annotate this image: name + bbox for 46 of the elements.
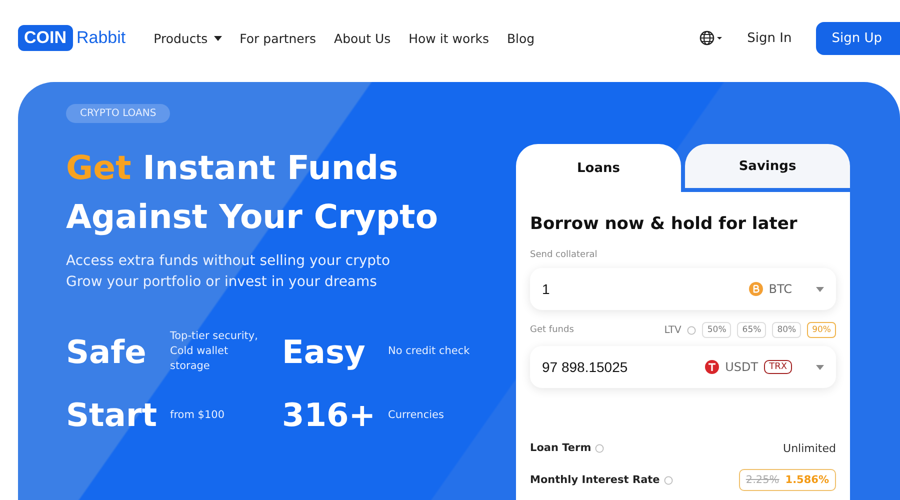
new-rate: 1.586% bbox=[785, 474, 829, 486]
hero-subtitle: Access extra funds without selling your crypto Grow your portfolio or invest in your dreams bbox=[66, 252, 392, 292]
feature-text: from $100 bbox=[170, 408, 226, 422]
currency-label: BTC bbox=[768, 282, 792, 296]
ltv-option[interactable]: 50% bbox=[702, 322, 732, 338]
tab[interactable]: Savings bbox=[685, 144, 850, 188]
old-rate: 2.25% bbox=[746, 474, 780, 486]
feature-title: Start bbox=[66, 396, 158, 434]
collateral-field[interactable]: 1 BTC bbox=[530, 268, 836, 310]
caret-icon bbox=[214, 36, 222, 40]
feature-title: Easy bbox=[282, 332, 366, 370]
nav-link[interactable]: Products bbox=[154, 30, 222, 46]
field-label: Get funds bbox=[530, 325, 574, 335]
sign-in-link[interactable]: Sign In bbox=[747, 30, 792, 46]
nav-link[interactable]: For partners bbox=[240, 30, 316, 46]
ltv-option[interactable]: 80% bbox=[772, 322, 802, 338]
feature-text: Currencies bbox=[388, 408, 445, 422]
network-tag: TRX bbox=[764, 360, 792, 374]
caret-icon bbox=[816, 364, 824, 370]
ltv-option[interactable]: 65% bbox=[737, 322, 766, 338]
nav-link[interactable]: About Us bbox=[334, 30, 391, 46]
logo-text: Rabbit bbox=[76, 28, 126, 48]
sign-up-button[interactable]: Sign Up bbox=[816, 22, 900, 54]
feature-text: No credit check bbox=[388, 344, 471, 359]
hero-title: Get Instant Funds Against Your Crypto bbox=[66, 147, 440, 238]
field-label: Send collateral bbox=[530, 250, 598, 260]
logo[interactable]: COIN Rabbit bbox=[18, 25, 126, 51]
funds-field[interactable]: 97 898.15025 USDT TRX bbox=[530, 346, 836, 388]
tab[interactable]: Loans bbox=[516, 144, 681, 192]
nav-link[interactable]: How it works bbox=[408, 30, 489, 46]
ltv-label: LTV bbox=[664, 324, 682, 336]
category-tag: CRYPTO LOANS bbox=[66, 104, 170, 123]
globe-icon[interactable] bbox=[699, 30, 724, 46]
form-heading: Borrow now & hold for later bbox=[530, 214, 798, 234]
detail-label: Monthly Interest Rate bbox=[530, 474, 660, 486]
nav-link[interactable]: Blog bbox=[506, 30, 535, 46]
bitcoin-icon bbox=[748, 282, 763, 296]
detail-label: Loan Term bbox=[530, 442, 592, 454]
feature-text: Top-tier security, Cold wallet storage bbox=[170, 329, 259, 374]
feature-title: 316+ bbox=[282, 396, 377, 434]
caret-icon bbox=[816, 286, 824, 292]
logo-badge: COIN bbox=[18, 25, 72, 51]
currency-label: USDT bbox=[725, 360, 758, 374]
feature-title: Safe bbox=[66, 332, 148, 370]
tether-icon bbox=[705, 360, 720, 374]
detail-value: Unlimited bbox=[783, 442, 836, 454]
